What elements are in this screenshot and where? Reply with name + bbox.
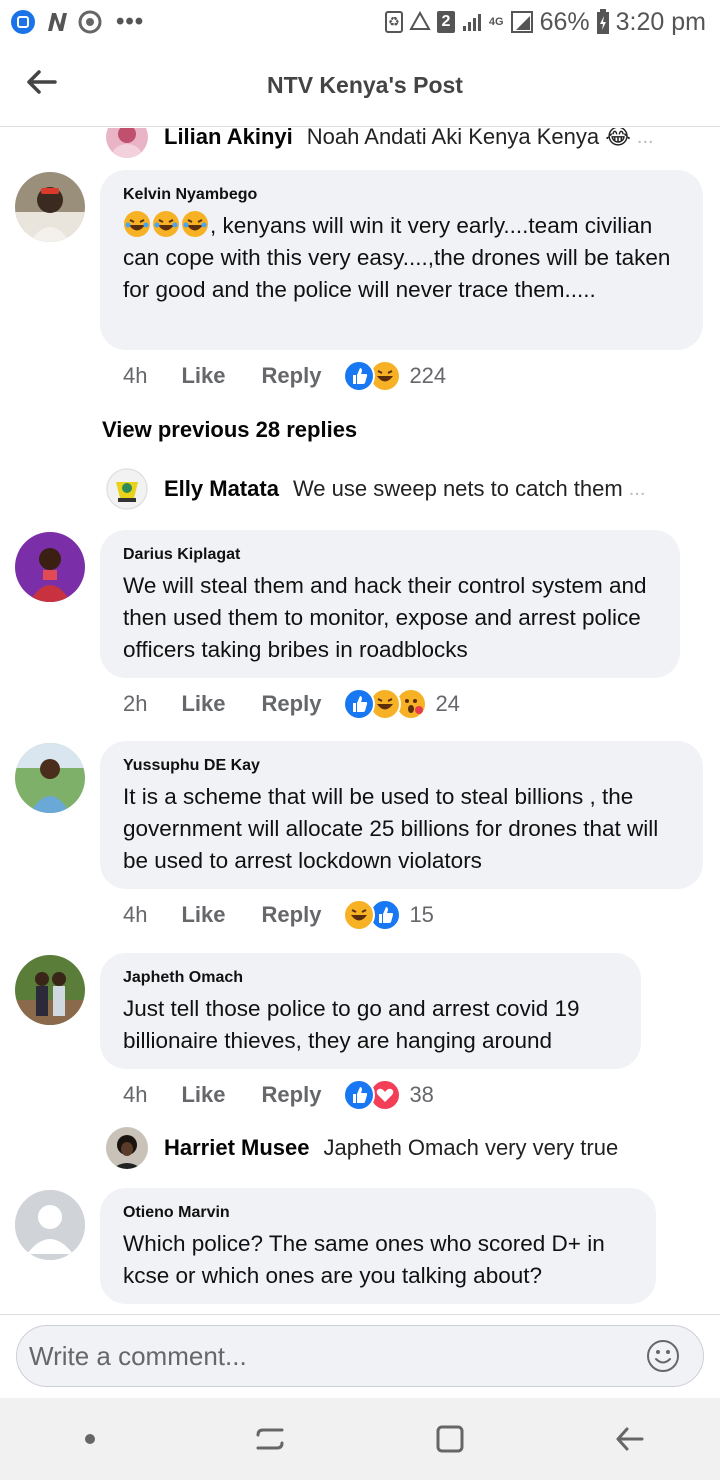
reactions-summary[interactable]: 38 [343,1079,434,1111]
post-header: NTV Kenya's Post [0,44,720,127]
status-left-icons: ••• [10,8,144,36]
comment-body: Just tell those police to go and arrest … [123,996,580,1053]
avatar[interactable] [15,1190,85,1260]
back-button[interactable] [20,64,64,100]
reply-ellipsis: ... [636,128,654,148]
network-type: 4G [488,15,504,28]
reply-button[interactable]: Reply [262,1082,322,1108]
laughing-emoji-icon [152,211,181,238]
collapsed-reply-lilian[interactable]: Lilian Akinyi Noah Andati Aki Kenya Keny… [106,128,696,158]
comment-actions: 4h Like Reply 224 [123,360,446,392]
recycle-icon [409,11,431,33]
comment-author-name[interactable]: Otieno Marvin [123,1204,634,1222]
comment-text: , kenyans will win it very early....team… [123,210,681,306]
comment-body: We will steal them and hack their contro… [123,573,647,662]
status-bar: ••• ♻ 2 4G 66% 3:20 pm [0,0,720,44]
system-nav-bar [0,1398,720,1480]
signal-icon [461,11,483,33]
avatar[interactable] [106,1127,148,1169]
reaction-count[interactable]: 224 [409,363,446,389]
laughing-emoji-icon [123,211,152,238]
app-notification-icon [10,9,36,35]
browser-icon [78,10,102,34]
like-button[interactable]: Like [181,363,225,389]
signal-sim2-icon [510,10,534,34]
comment-author-name[interactable]: Japheth Omach [123,969,619,987]
status-right-icons: ♻ 2 4G 66% 3:20 pm [384,7,706,37]
comment-author-name[interactable]: Darius Kiplagat [123,546,658,564]
comment-time[interactable]: 2h [123,691,147,717]
avatar[interactable] [15,955,85,1025]
comment-body: It is a scheme that will be used to stea… [123,784,659,873]
comment-author-name[interactable]: Kelvin Nyambego [123,186,681,204]
overflow-dots: ••• [116,8,145,35]
recent-apps-icon[interactable] [230,1409,310,1469]
reactions-summary[interactable]: 24 [343,688,460,720]
comment-author-name[interactable]: Yussuphu DE Kay [123,757,681,775]
view-previous-replies-link[interactable]: View previous 28 replies [102,417,357,443]
page-title: NTV Kenya's Post [267,71,463,98]
comment-body: Which police? The same ones who scored D… [123,1231,605,1288]
comment-time[interactable]: 4h [123,902,147,928]
avatar[interactable] [15,532,85,602]
reactions-summary[interactable]: 15 [343,899,434,931]
reply-author-name[interactable]: Harriet Musee [164,1135,310,1161]
comment-bubble[interactable]: Darius Kiplagat We will steal them and h… [100,530,680,678]
comment-composer: Write a comment... [0,1314,720,1398]
avatar[interactable] [15,743,85,813]
laughing-emoji-icon [181,211,210,238]
reply-text: Noah Andati Aki Kenya Kenya 😂 [306,128,631,149]
like-button[interactable]: Like [181,691,225,717]
avatar[interactable] [106,468,148,510]
sim-badge: 2 [436,11,455,33]
like-reaction-icon [343,688,376,720]
clock: 3:20 pm [615,7,706,36]
like-reaction-icon [343,1079,376,1111]
reply-ellipsis: ... [628,477,646,500]
reaction-count[interactable]: 24 [435,691,459,717]
reply-author-name[interactable]: Lilian Akinyi [164,128,293,150]
comment-time[interactable]: 4h [123,1082,147,1108]
like-button[interactable]: Like [181,902,225,928]
reaction-count[interactable]: 15 [409,902,433,928]
comment-actions: 2h Like Reply 24 [123,688,460,720]
reactions-summary[interactable]: 224 [343,360,446,392]
like-button[interactable]: Like [181,1082,225,1108]
comment-time[interactable]: 4h [123,363,147,389]
comment-bubble[interactable]: Kelvin Nyambego , kenyans will win it ve… [100,170,703,350]
avatar[interactable] [15,172,85,242]
reply-button[interactable]: Reply [262,363,322,389]
comment-actions: 4h Like Reply 38 [123,1079,434,1111]
avatar[interactable] [106,128,148,158]
reaction-count[interactable]: 38 [409,1082,433,1108]
battery-percent: 66% [539,7,590,36]
like-reaction-icon [343,360,376,392]
reply-button[interactable]: Reply [262,691,322,717]
news-n-icon [44,9,70,35]
comment-bubble[interactable]: Japheth Omach Just tell those police to … [100,953,641,1069]
reply-text: We use sweep nets to catch them [292,476,623,501]
comment-bubble[interactable]: Otieno Marvin Which police? The same one… [100,1188,656,1304]
home-icon[interactable] [410,1409,490,1469]
back-nav-icon[interactable] [590,1409,670,1469]
haha-reaction-icon [343,899,376,931]
comments-list[interactable]: Lilian Akinyi Noah Andati Aki Kenya Keny… [0,128,720,1314]
comment-input[interactable]: Write a comment... [16,1325,704,1387]
comment-actions: 4h Like Reply 15 [123,899,434,931]
comment-input-placeholder: Write a comment... [29,1340,247,1371]
reply-author-name[interactable]: Elly Matata [164,476,279,502]
reply-button[interactable]: Reply [262,902,322,928]
arrow-left-icon [27,70,57,94]
reply-text: Japheth Omach very very true [323,1135,619,1160]
collapsed-reply-harriet[interactable]: Harriet Musee Japheth Omach very very tr… [106,1127,696,1169]
comment-bubble[interactable]: Yussuphu DE Kay It is a scheme that will… [100,741,703,889]
dot-icon[interactable] [50,1409,130,1469]
smiley-icon[interactable] [645,1338,681,1381]
storage-icon: ♻ [384,11,403,33]
collapsed-reply-elly[interactable]: Elly Matata We use sweep nets to catch t… [106,468,696,510]
battery-icon [596,9,610,35]
